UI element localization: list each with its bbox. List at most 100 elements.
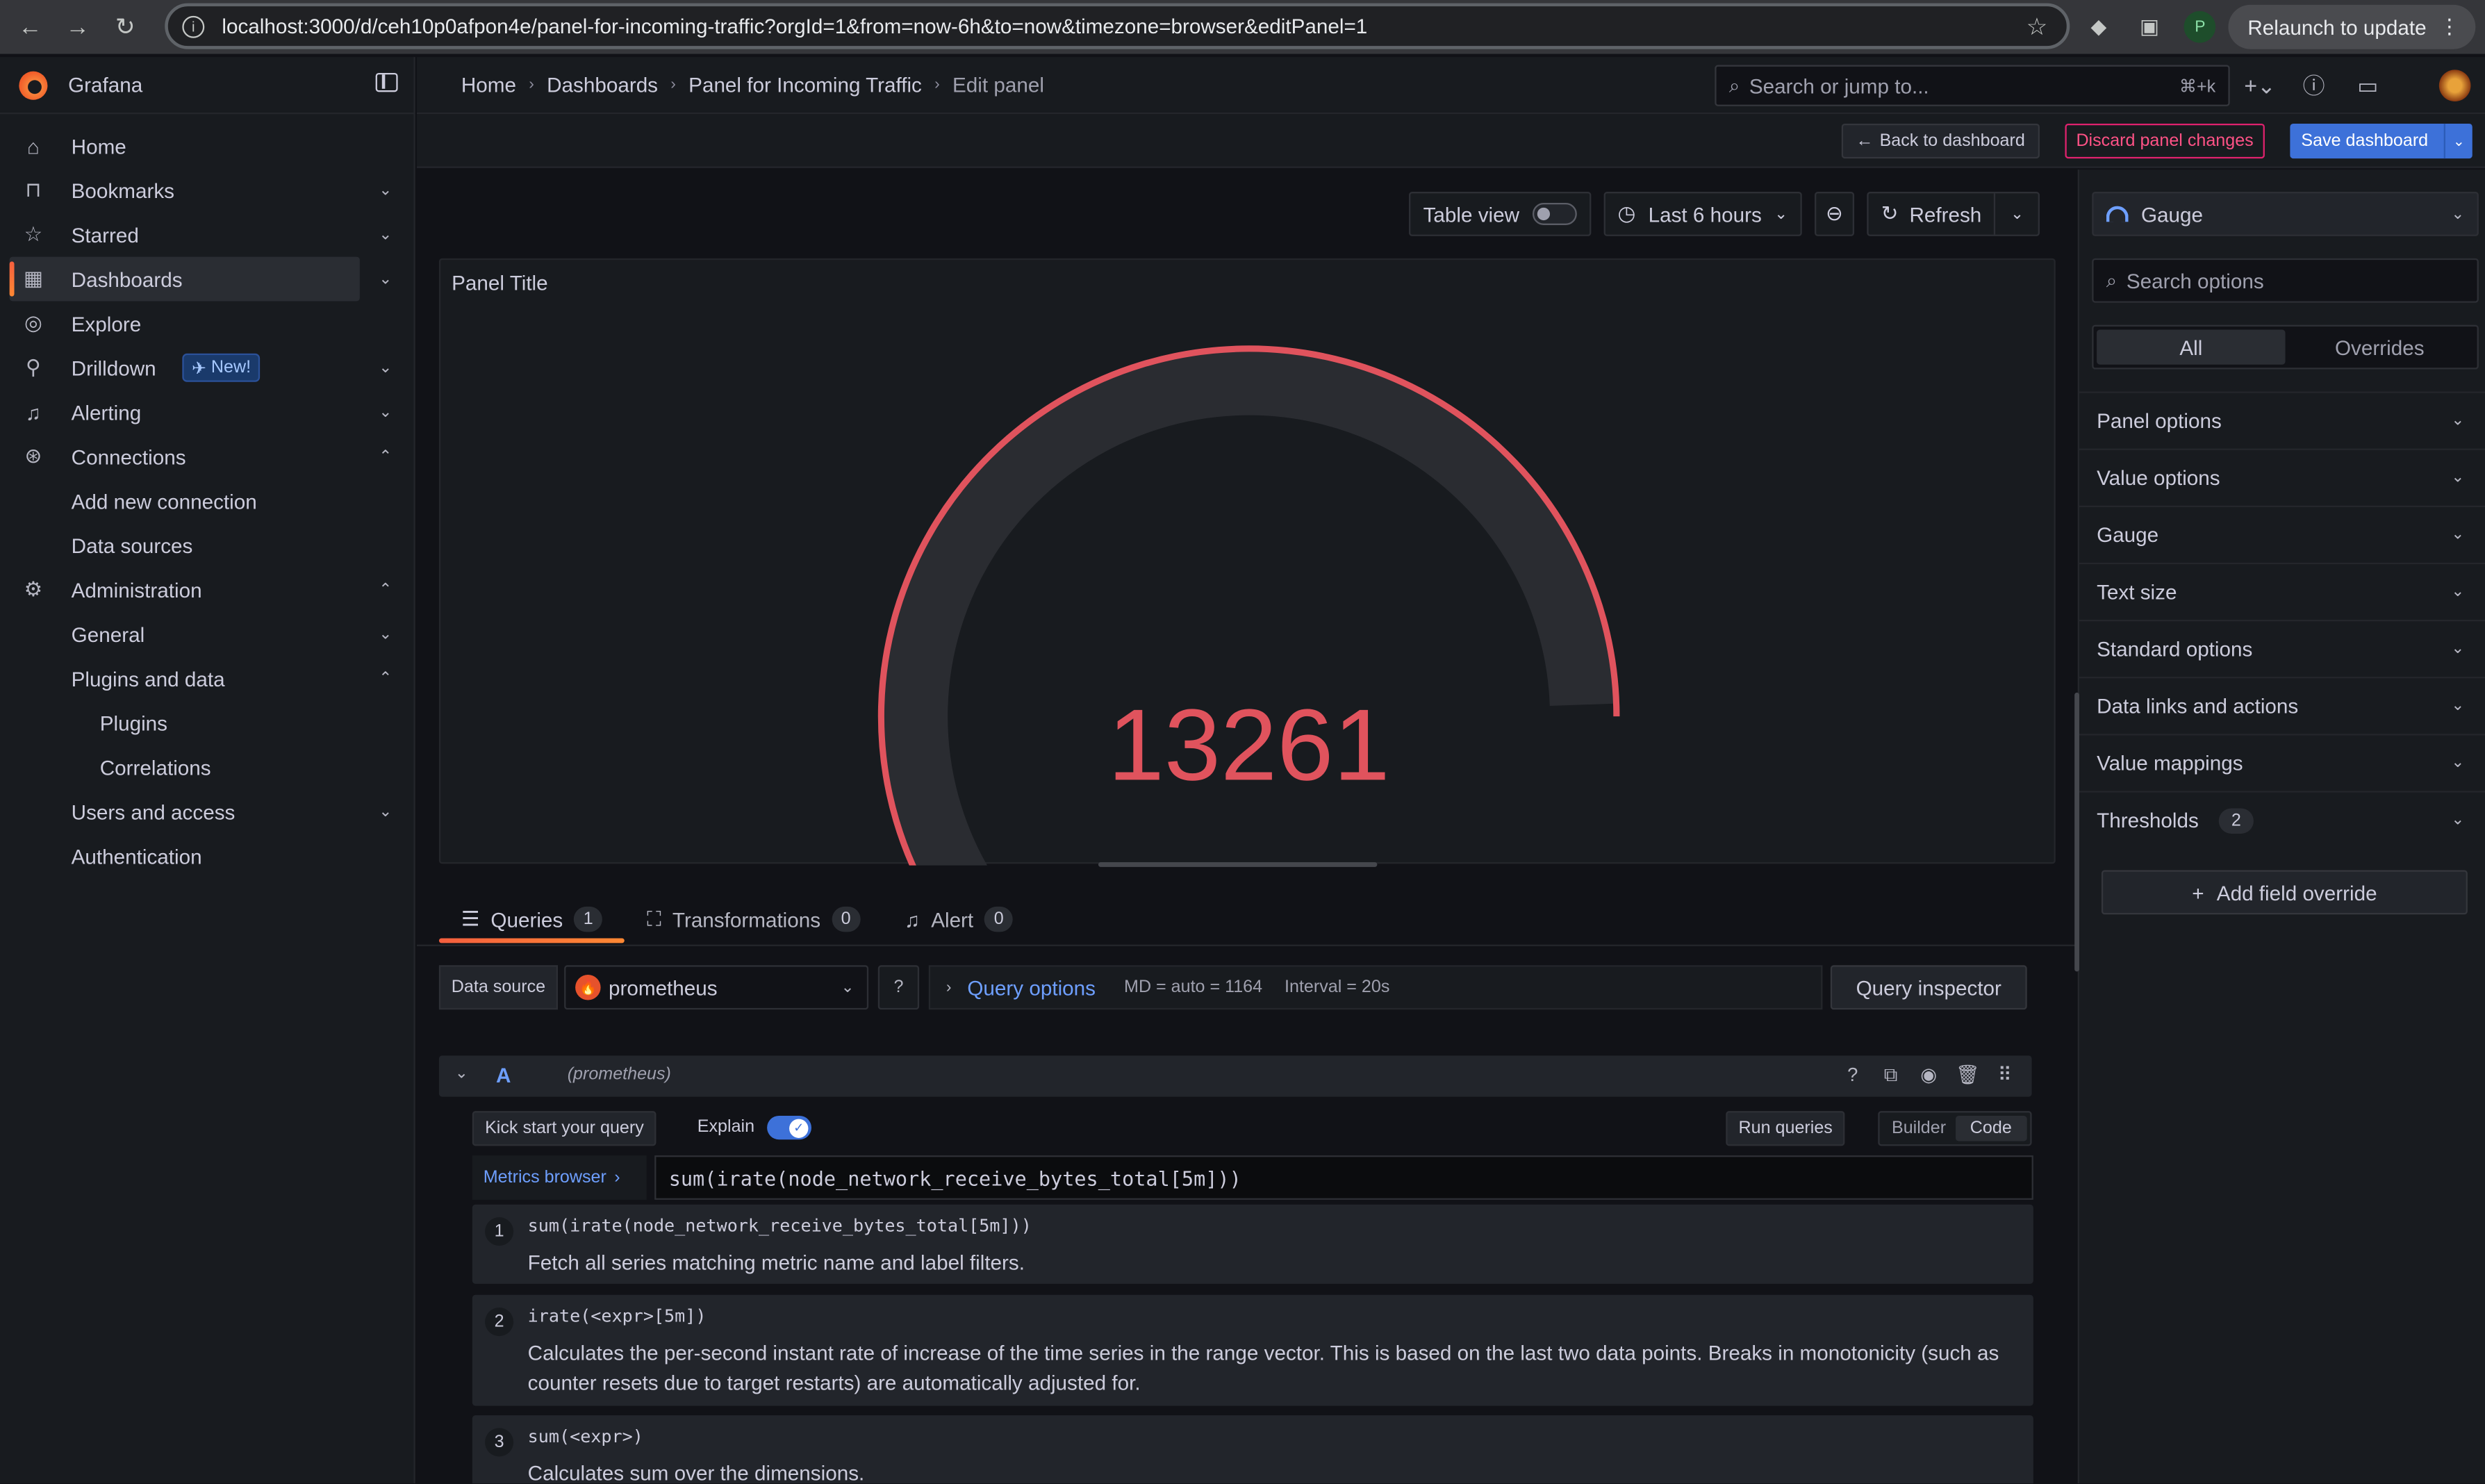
- chevron-down-icon[interactable]: ⌄: [379, 359, 392, 377]
- extension-icon[interactable]: ◆: [2083, 11, 2115, 43]
- options-search-input[interactable]: ⌕ Search options: [2092, 258, 2479, 303]
- sidebar-item-connections[interactable]: ⊛ Connections ⌃: [0, 434, 413, 479]
- scrollbar[interactable]: [2074, 692, 2079, 972]
- chevron-down-icon[interactable]: ⌄: [379, 802, 392, 820]
- mode-code[interactable]: Code: [1954, 1116, 2027, 1141]
- sidebar-item-add-new-connection[interactable]: Add new connection: [0, 479, 413, 523]
- filter-all[interactable]: All: [2097, 329, 2286, 365]
- breadcrumb-home[interactable]: Home: [461, 73, 516, 97]
- section-thresholds[interactable]: Thresholds 2 ⌄: [2079, 791, 2485, 848]
- sidebar-item-home[interactable]: ⌂ Home: [0, 124, 413, 168]
- save-dashboard-button[interactable]: Save dashboard ⌄: [2290, 123, 2472, 159]
- chevron-up-icon[interactable]: ⌃: [379, 447, 392, 465]
- drag-handle-icon[interactable]: ⠿: [1994, 1064, 2016, 1087]
- data-source-help-button[interactable]: ?: [877, 965, 920, 1010]
- refresh-button[interactable]: ↻ Refresh: [1868, 193, 1994, 234]
- tab-transformations[interactable]: ⛶ Transformations 0: [625, 896, 882, 943]
- section-standard-options[interactable]: Standard options ⌄: [2079, 619, 2485, 677]
- chevron-right-icon: ›: [934, 76, 940, 94]
- panel-resize-handle[interactable]: [1098, 862, 1378, 867]
- query-inspector-button[interactable]: Query inspector: [1830, 965, 2027, 1010]
- tab-alert[interactable]: ♫ Alert 0: [882, 896, 1035, 943]
- discard-changes-button[interactable]: Discard panel changes: [2065, 123, 2265, 159]
- gauge-panel[interactable]: Panel Title 13261: [438, 258, 2056, 867]
- sidebar-item-plugins[interactable]: Plugins: [0, 700, 413, 745]
- sidebar-item-users-and-access[interactable]: Users and access ⌄: [0, 789, 413, 834]
- table-view-toggle[interactable]: Table view: [1409, 192, 1591, 236]
- sidebar-item-dashboards[interactable]: ▦ Dashboards ⌄: [9, 256, 392, 302]
- sidebar-item-general[interactable]: General ⌄: [0, 612, 413, 657]
- breadcrumb-dashboards[interactable]: Dashboards: [547, 73, 658, 97]
- add-field-override-button[interactable]: + Add field override: [2101, 870, 2468, 915]
- reload-icon[interactable]: ↻: [108, 10, 142, 44]
- sidebar-item-data-sources[interactable]: Data sources: [0, 523, 413, 568]
- visualization-picker[interactable]: Gauge ⌄: [2092, 192, 2479, 236]
- explain-toggle[interactable]: [767, 1116, 811, 1140]
- section-text-size[interactable]: Text size ⌄: [2079, 562, 2485, 620]
- help-icon[interactable]: ⓘ: [2293, 69, 2334, 101]
- sidebar-item-drilldown[interactable]: ⚲ Drilldown ✈ New! ⌄: [0, 345, 413, 390]
- nav-label: Data sources: [71, 533, 193, 557]
- sidebar-item-correlations[interactable]: Correlations: [0, 745, 413, 789]
- editor-tabs: ☰ Queries 1 ⛶ Transformations 0 ♫ Alert …: [438, 896, 1035, 943]
- toggle-switch[interactable]: [1532, 203, 1577, 225]
- sidebar-item-bookmarks[interactable]: ⊓ Bookmarks ⌄: [0, 168, 413, 213]
- time-range-picker[interactable]: ◷ Last 6 hours ⌄: [1603, 192, 1802, 236]
- run-queries-button[interactable]: Run queries: [1726, 1111, 1846, 1146]
- filter-overrides[interactable]: Overrides: [2286, 330, 2474, 365]
- chevron-down-icon[interactable]: ⌄: [379, 625, 392, 643]
- grafana-logo-icon[interactable]: [19, 70, 48, 99]
- chevron-down-icon[interactable]: ⌄: [379, 226, 392, 243]
- back-arrow-icon[interactable]: ←: [13, 10, 47, 44]
- address-bar[interactable]: i localhost:3000/d/ceh10p0afpon4e/panel-…: [165, 3, 2070, 49]
- chevron-down-icon[interactable]: ⌄: [379, 270, 392, 288]
- query-options[interactable]: › Query options MD = auto = 1164 Interva…: [928, 965, 1823, 1010]
- chevron-down-icon[interactable]: ⌄: [2443, 123, 2472, 159]
- news-icon[interactable]: ▭: [2347, 69, 2388, 101]
- promql-code-input[interactable]: sum(irate(node_network_receive_bytes_tot…: [654, 1155, 2033, 1200]
- query-ref-id[interactable]: A: [496, 1064, 511, 1087]
- copy-icon[interactable]: ⧉: [1880, 1064, 1902, 1087]
- breadcrumb-dashboard[interactable]: Panel for Incoming Traffic: [688, 73, 922, 97]
- chevron-up-icon[interactable]: ⌃: [379, 670, 392, 687]
- site-info-icon[interactable]: i: [182, 15, 205, 38]
- dock-menu-icon[interactable]: [375, 72, 398, 92]
- avatar[interactable]: [2438, 69, 2471, 101]
- sidebar-item-administration[interactable]: ⚙ Administration ⌃: [0, 568, 413, 612]
- relaunch-button[interactable]: Relaunch to update ⋮: [2228, 4, 2476, 49]
- chevron-up-icon[interactable]: ⌃: [379, 581, 392, 598]
- chevron-down-icon[interactable]: ⌄: [379, 404, 392, 421]
- sidebar-item-starred[interactable]: ☆ Starred ⌄: [0, 213, 413, 257]
- question-circle-icon[interactable]: ?: [1842, 1064, 1864, 1087]
- section-panel-options[interactable]: Panel options ⌄: [2079, 391, 2485, 448]
- sidebar-item-explore[interactable]: ◎ Explore: [0, 301, 413, 345]
- plus-icon[interactable]: +⌄: [2239, 69, 2280, 101]
- section-gauge[interactable]: Gauge ⌄: [2079, 505, 2485, 563]
- kick-start-button[interactable]: Kick start your query: [472, 1111, 657, 1146]
- nav-label: Drilldown: [71, 356, 156, 380]
- forward-arrow-icon[interactable]: →: [60, 10, 95, 44]
- chevron-down-icon[interactable]: ⌄: [455, 1065, 468, 1082]
- tab-label: Alert: [931, 907, 974, 932]
- zoom-out-button[interactable]: ⊖: [1814, 192, 1854, 236]
- chevron-down-icon[interactable]: ⌄: [379, 181, 392, 199]
- puzzle-icon[interactable]: ▣: [2133, 11, 2165, 43]
- back-to-dashboard-button[interactable]: ← Back to dashboard: [1841, 123, 2040, 159]
- sidebar-item-alerting[interactable]: ♫ Alerting ⌄: [0, 390, 413, 434]
- trash-icon[interactable]: 🗑: [1956, 1064, 1980, 1087]
- data-source-select[interactable]: 🔥 prometheus ⌄: [564, 965, 869, 1010]
- bookmark-star-icon[interactable]: ☆: [2026, 12, 2048, 40]
- metrics-browser-button[interactable]: Metrics browser ›: [472, 1155, 647, 1200]
- eye-icon[interactable]: ◉: [1917, 1064, 1940, 1087]
- profile-avatar[interactable]: P: [2184, 10, 2216, 43]
- search-input[interactable]: ⌕ Search or jump to... ⌘+k: [1715, 65, 2230, 106]
- section-value-mappings[interactable]: Value mappings ⌄: [2079, 734, 2485, 791]
- section-value-options[interactable]: Value options ⌄: [2079, 448, 2485, 506]
- refresh-label: Refresh: [1909, 201, 1982, 226]
- sidebar-item-plugins-and-data[interactable]: Plugins and data ⌃: [0, 656, 413, 700]
- refresh-interval-dropdown[interactable]: ⌄: [1994, 193, 2039, 235]
- mode-builder[interactable]: Builder: [1883, 1116, 1955, 1141]
- tab-queries[interactable]: ☰ Queries 1: [438, 896, 625, 943]
- section-data-links[interactable]: Data links and actions ⌄: [2079, 677, 2485, 734]
- sidebar-item-authentication[interactable]: Authentication: [0, 834, 413, 878]
